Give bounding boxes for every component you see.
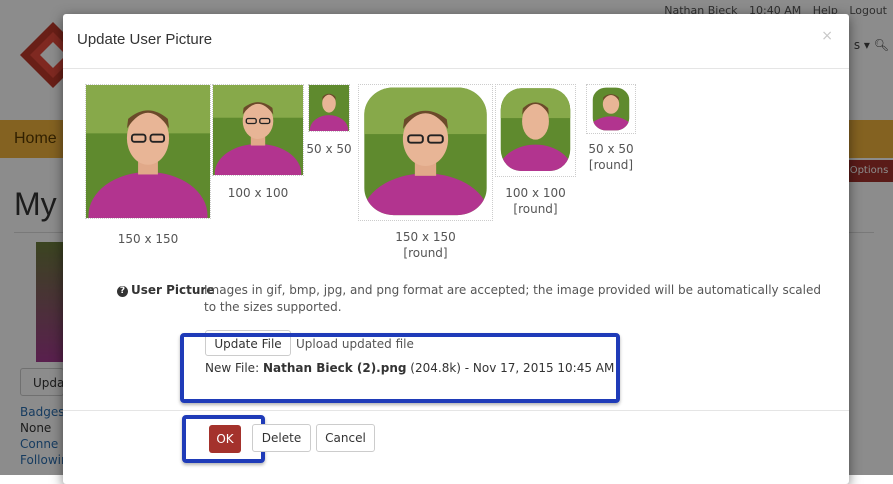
caption-50: 50 x 50 bbox=[301, 141, 357, 157]
modal-header: Update User Picture × bbox=[63, 14, 849, 69]
avatar-photo-icon bbox=[592, 87, 630, 131]
caption-size: 100 x 100 bbox=[227, 186, 289, 200]
caption-100: 100 x 100 bbox=[213, 185, 303, 201]
caption-round: [round] bbox=[588, 158, 634, 172]
delete-button[interactable]: Delete bbox=[252, 424, 311, 452]
user-picture-label-text: User Picture bbox=[131, 283, 215, 297]
preview-50-round bbox=[586, 84, 636, 134]
caption-size: 150 x 150 bbox=[395, 230, 456, 244]
caption-size: 50 x 50 bbox=[588, 142, 634, 156]
avatar-photo-icon bbox=[213, 85, 303, 175]
update-picture-modal: Update User Picture × 150 x 150 100 x 10… bbox=[63, 14, 849, 484]
caption-50-round: 50 x 50 [round] bbox=[581, 141, 641, 173]
cancel-button[interactable]: Cancel bbox=[316, 424, 375, 452]
preview-100 bbox=[212, 84, 304, 176]
caption-150: 150 x 150 bbox=[93, 231, 203, 247]
close-icon[interactable]: × bbox=[821, 28, 833, 44]
avatar-photo-icon bbox=[364, 87, 487, 216]
file-highlight-annotation bbox=[180, 333, 620, 403]
preview-100-round bbox=[495, 84, 576, 177]
avatar-photo-icon bbox=[86, 85, 210, 218]
preview-50 bbox=[308, 84, 350, 132]
caption-round: [round] bbox=[513, 202, 558, 216]
caption-150-round: 150 x 150 [round] bbox=[368, 229, 483, 261]
preview-150 bbox=[85, 84, 211, 219]
caption-size: 150 x 150 bbox=[117, 232, 179, 246]
preview-150-round bbox=[358, 84, 493, 221]
caption-round: [round] bbox=[403, 246, 448, 260]
modal-title: Update User Picture bbox=[77, 31, 213, 48]
avatar-photo-icon bbox=[500, 88, 571, 172]
modal-footer-divider bbox=[63, 410, 849, 411]
caption-100-round: 100 x 100 [round] bbox=[489, 185, 582, 217]
avatar-photo-icon bbox=[309, 85, 349, 131]
user-picture-help: Images in gif, bmp, jpg, and png format … bbox=[204, 283, 821, 314]
caption-size: 50 x 50 bbox=[306, 142, 352, 156]
caption-size: 100 x 100 bbox=[505, 186, 566, 200]
user-picture-label: ? User Picture bbox=[117, 283, 214, 297]
question-circle-icon: ? bbox=[117, 286, 128, 297]
